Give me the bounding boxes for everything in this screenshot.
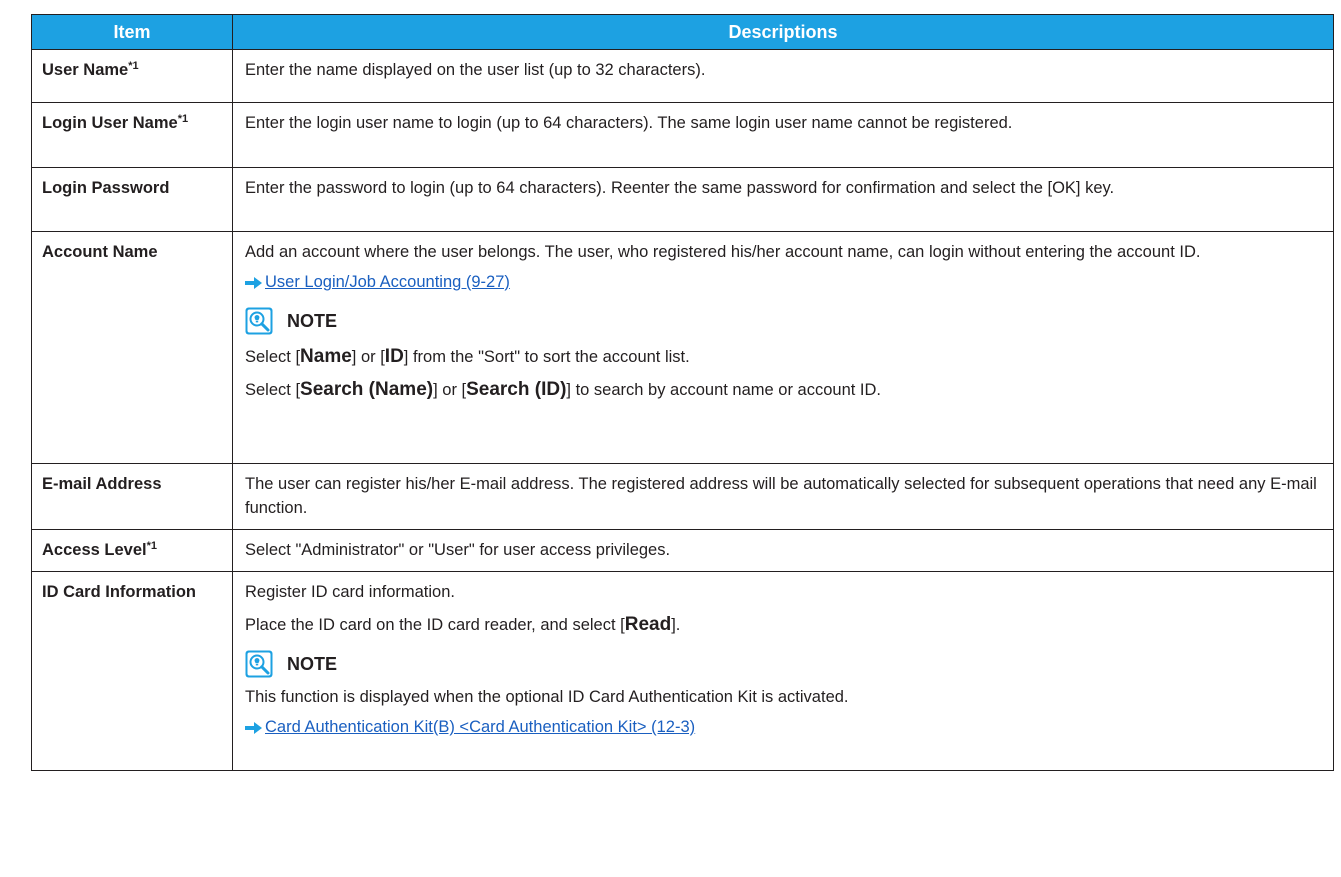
item-label: User Name <box>42 61 129 79</box>
note-heading: NOTE <box>245 306 1321 335</box>
description-text: Enter the login user name to login (up t… <box>245 114 1013 132</box>
read-key-label: Read <box>624 613 672 635</box>
footnote-mark: *1 <box>177 113 189 125</box>
description-cell: The user can register his/her E-mail add… <box>232 463 1334 530</box>
magnifier-lightbulb-icon <box>245 306 273 335</box>
item-label: Access Level <box>42 540 147 559</box>
table-row-account-name: Account Name Add an account where the us… <box>31 231 1334 464</box>
cross-reference: User Login/Job Accounting (9-27) <box>245 271 1321 295</box>
description-cell: Enter the password to login (up to 64 ch… <box>232 167 1334 232</box>
item-label: Login Password <box>42 179 170 197</box>
note-title: NOTE <box>287 654 338 675</box>
table-row-access-level: Access Level*1 Select "Administrator" or… <box>31 528 1334 572</box>
item-cell: User Name*1 <box>31 49 233 103</box>
item-label: ID Card Information <box>42 582 197 601</box>
description-cell: Enter the login user name to login (up t… <box>232 102 1334 168</box>
user-login-job-accounting-link[interactable]: User Login/Job Accounting (9-27) <box>265 271 510 295</box>
description-cell: Select "Administrator" or "User" for use… <box>232 528 1334 572</box>
description-text: Register ID card information. <box>245 582 455 601</box>
description-cell: Register ID card information. Place the … <box>232 570 1334 771</box>
item-label: Account Name <box>42 243 158 261</box>
header-descriptions: Descriptions <box>232 14 1334 50</box>
note-sort-text: Select [Name] or [ID] from the "Sort" to… <box>245 345 690 367</box>
description-text: The user can register his/her E-mail add… <box>245 475 1317 517</box>
note-title: NOTE <box>287 310 338 331</box>
item-label: E-mail Address <box>42 475 162 493</box>
note-text: This function is displayed when the opti… <box>245 688 849 707</box>
card-authentication-kit-link[interactable]: Card Authentication Kit(B) <Card Authent… <box>265 716 695 740</box>
description-text: Select "Administrator" or "User" for use… <box>245 540 671 559</box>
note-heading: NOTE <box>245 650 1321 679</box>
right-arrow-icon <box>245 276 262 289</box>
item-cell: Access Level*1 <box>31 528 233 572</box>
settings-table: Item Descriptions User Name*1 Enter the … <box>31 14 1334 771</box>
table-row-login-user-name: Login User Name*1 Enter the login user n… <box>31 102 1334 168</box>
note-search-text: Select [Search (Name)] or [Search (ID)] … <box>245 379 882 401</box>
search-name-key-label: Search (Name) <box>300 379 434 401</box>
item-label: Login User Name <box>42 114 178 132</box>
item-cell: E-mail Address <box>31 463 233 530</box>
name-key-label: Name <box>300 345 352 367</box>
header-item: Item <box>31 14 233 50</box>
magnifier-lightbulb-icon <box>245 650 273 679</box>
description-text: Enter the password to login (up to 64 ch… <box>245 179 1115 197</box>
item-cell: Login Password <box>31 167 233 232</box>
right-arrow-icon <box>245 722 262 735</box>
footnote-mark: *1 <box>146 539 157 552</box>
item-cell: ID Card Information <box>31 570 233 771</box>
table-row-login-password: Login Password Enter the password to log… <box>31 167 1334 232</box>
search-id-key-label: Search (ID) <box>466 379 567 401</box>
description-cell: Add an account where the user belongs. T… <box>232 231 1334 464</box>
item-cell: Login User Name*1 <box>31 102 233 168</box>
read-instruction-text: Place the ID card on the ID card reader,… <box>245 613 681 635</box>
footnote-mark: *1 <box>128 60 139 72</box>
item-cell: Account Name <box>31 231 233 464</box>
description-text: Enter the name displayed on the user lis… <box>245 61 706 79</box>
table-header-row: Item Descriptions <box>31 14 1334 50</box>
description-cell: Enter the name displayed on the user lis… <box>232 49 1334 103</box>
table-row-id-card-information: ID Card Information Register ID card inf… <box>31 570 1334 771</box>
table-row-user-name: User Name*1 Enter the name displayed on … <box>31 49 1334 103</box>
id-key-label: ID <box>384 345 404 367</box>
table-row-email-address: E-mail Address The user can register his… <box>31 463 1334 530</box>
cross-reference: Card Authentication Kit(B) <Card Authent… <box>245 716 1321 740</box>
description-text: Add an account where the user belongs. T… <box>245 243 1201 261</box>
